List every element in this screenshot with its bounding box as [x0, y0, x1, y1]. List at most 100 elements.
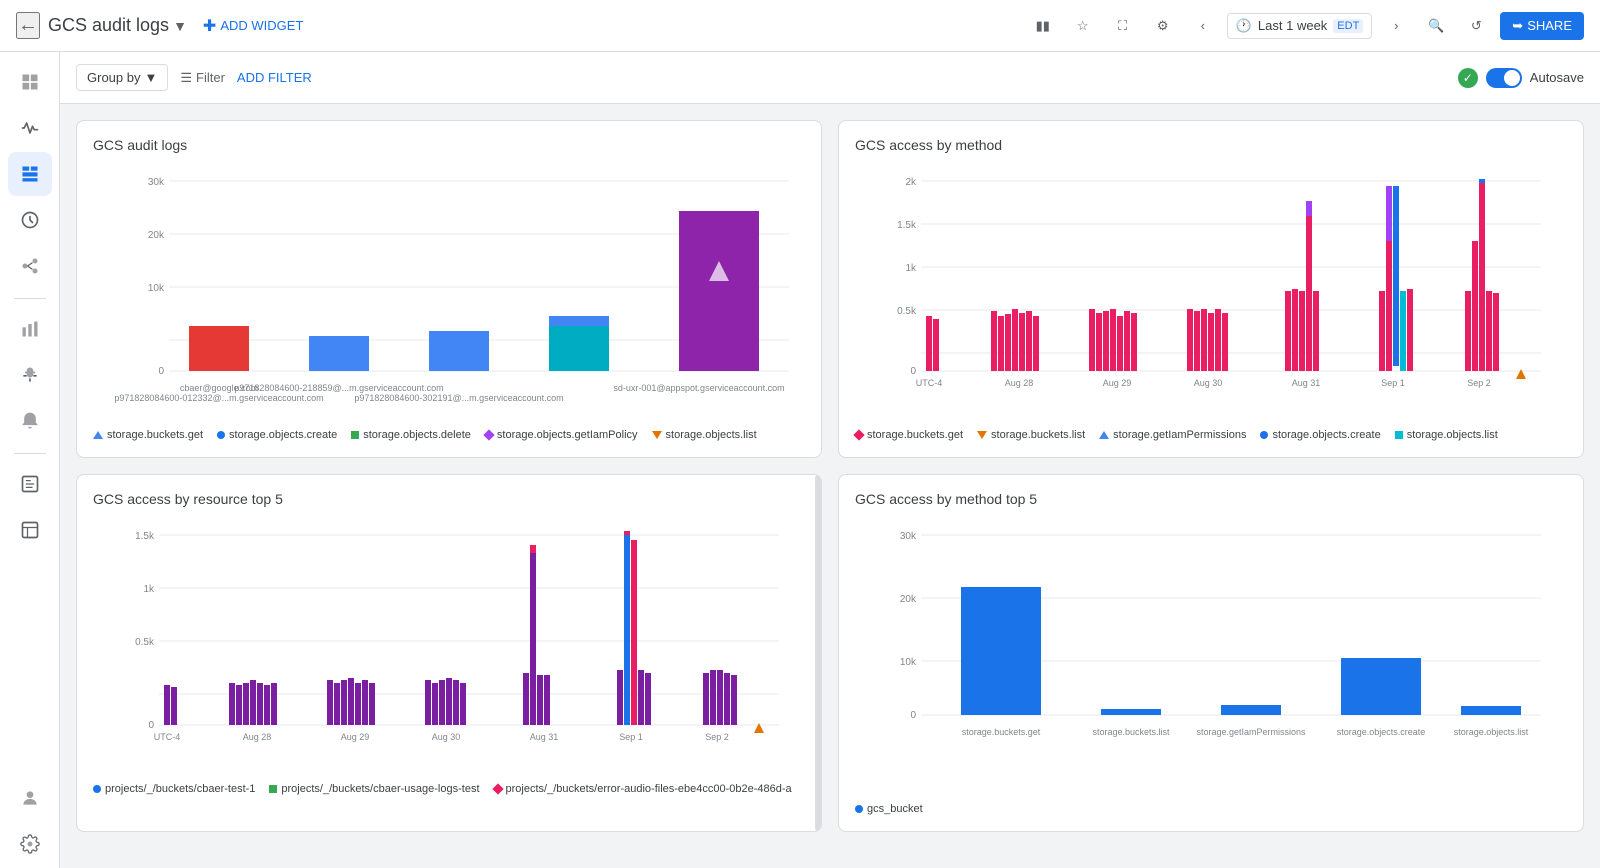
svg-text:storage.buckets.list: storage.buckets.list	[1092, 727, 1170, 737]
next-icon[interactable]: ›	[1380, 10, 1412, 42]
svg-text:Aug 28: Aug 28	[243, 732, 272, 742]
legend-icon	[93, 785, 101, 793]
sidebar-item-logs[interactable]	[8, 198, 52, 242]
sidebar-item-monitoring[interactable]	[8, 106, 52, 150]
svg-text:10k: 10k	[900, 657, 917, 668]
sidebar-item-trace[interactable]	[8, 244, 52, 288]
svg-text:0: 0	[910, 366, 916, 377]
legend-icon	[1395, 431, 1403, 439]
legend-icon	[977, 431, 987, 439]
gcs-audit-logs-title: GCS audit logs	[93, 137, 805, 153]
sidebar-item-dashboards[interactable]	[8, 152, 52, 196]
legend-icon	[1099, 431, 1109, 439]
back-button[interactable]: ←	[16, 12, 40, 39]
page-title: GCS audit logs	[48, 15, 169, 36]
sidebar	[0, 52, 60, 868]
sidebar-divider	[14, 298, 46, 299]
prev-icon[interactable]: ‹	[1187, 10, 1219, 42]
top-navigation: ← GCS audit logs ▼ ✚ ADD WIDGET ▮▮ ☆ ⛶ ⚙…	[0, 0, 1600, 52]
svg-text:UTC-4: UTC-4	[154, 732, 181, 742]
add-filter-button[interactable]: ADD FILTER	[237, 70, 312, 85]
gcs-audit-logs-panel: GCS audit logs 30k 20k 10k 0	[76, 120, 822, 458]
legend-icon	[492, 783, 503, 794]
sidebar-item-slo[interactable]	[8, 462, 52, 506]
legend-gcs-bucket: gcs_bucket	[855, 803, 923, 815]
sidebar-divider-2	[14, 453, 46, 454]
svg-text:0: 0	[158, 366, 164, 377]
main-content: GCS audit logs 30k 20k 10k 0	[60, 104, 1600, 848]
scroll-indicator[interactable]	[815, 475, 821, 831]
time-range-selector[interactable]: 🕐 Last 1 week EDT	[1227, 13, 1373, 39]
filter-icon: ☰	[180, 70, 192, 86]
group-by-arrow: ▼	[144, 70, 157, 85]
gcs-resource-top5-title: GCS access by resource top 5	[93, 491, 805, 507]
search-icon[interactable]: 🔍	[1420, 10, 1452, 42]
legend-item-objects-delete: storage.objects.delete	[351, 429, 471, 441]
sidebar-item-alerts[interactable]	[8, 399, 52, 443]
nav-actions: ▮▮ ☆ ⛶ ⚙ ‹ 🕐 Last 1 week EDT › 🔍 ↺ ➥ SHA…	[1027, 10, 1584, 42]
sidebar-item-metrics[interactable]	[8, 307, 52, 351]
star-icon[interactable]: ☆	[1067, 10, 1099, 42]
svg-text:storage.getIamPermissions: storage.getIamPermissions	[1196, 727, 1306, 737]
svg-text:20k: 20k	[900, 594, 917, 605]
svg-text:Sep 2: Sep 2	[1467, 378, 1491, 388]
fullscreen-icon[interactable]: ⛶	[1107, 10, 1139, 42]
gcs-resource-top5-panel: GCS access by resource top 5 1.5k 1k 0.5…	[76, 474, 822, 832]
svg-text:p971828084600-302191@...m.gser: p971828084600-302191@...m.gserviceaccoun…	[354, 393, 563, 403]
gcs-method-top5-chart: 30k 20k 10k 0 storage.buckets.get storag…	[855, 515, 1567, 795]
svg-text:Aug 30: Aug 30	[1194, 378, 1223, 388]
legend-cbaer-usage: projects/_/buckets/cbaer-usage-logs-test	[269, 783, 479, 795]
svg-text:Aug 29: Aug 29	[1103, 378, 1132, 388]
svg-text:Sep 1: Sep 1	[1381, 378, 1405, 388]
sidebar-item-user[interactable]	[8, 776, 52, 820]
svg-text:Aug 29: Aug 29	[341, 732, 370, 742]
svg-text:UTC-4: UTC-4	[916, 378, 943, 388]
sync-icon[interactable]: ↺	[1460, 10, 1492, 42]
group-by-button[interactable]: Group by ▼	[76, 64, 168, 91]
autosave-area: ✓ Autosave	[1458, 68, 1584, 88]
svg-text:0.5k: 0.5k	[897, 306, 917, 317]
svg-text:20k: 20k	[148, 230, 165, 241]
svg-text:Aug 31: Aug 31	[530, 732, 559, 742]
legend-item-buckets-get: storage.buckets.get	[93, 429, 203, 441]
legend-icon	[351, 431, 359, 439]
clock-icon: 🕐	[1236, 18, 1252, 34]
sidebar-item-dashboard[interactable]	[8, 60, 52, 104]
svg-text:0: 0	[910, 710, 916, 721]
gcs-resource-top5-legend: projects/_/buckets/cbaer-test-1 projects…	[93, 783, 805, 795]
time-range-label: Last 1 week	[1258, 18, 1327, 33]
legend-icon	[853, 429, 864, 440]
plus-icon: ✚	[203, 16, 216, 36]
svg-text:0: 0	[148, 720, 154, 731]
gcs-method-top5-title: GCS access by method top 5	[855, 491, 1567, 507]
svg-text:p971828084600-012332@...m.gser: p971828084600-012332@...m.gserviceaccoun…	[114, 393, 323, 403]
gcs-audit-logs-chart: 30k 20k 10k 0 cbaer@google.com	[93, 161, 805, 421]
svg-text:storage.objects.list: storage.objects.list	[1454, 727, 1529, 737]
legend-buckets-get: storage.buckets.get	[855, 429, 963, 441]
sidebar-item-debug[interactable]	[8, 353, 52, 397]
legend-icon	[217, 431, 225, 439]
gcs-method-top5-legend: gcs_bucket	[855, 803, 1567, 815]
svg-text:2k: 2k	[905, 177, 917, 188]
title-dropdown-arrow[interactable]: ▼	[173, 18, 187, 34]
svg-text:Sep 2: Sep 2	[705, 732, 729, 742]
filter-button[interactable]: ☰ Filter	[180, 70, 225, 86]
svg-text:10k: 10k	[148, 283, 165, 294]
layout-icon[interactable]: ▮▮	[1027, 10, 1059, 42]
autosave-toggle[interactable]	[1486, 68, 1522, 88]
add-widget-button[interactable]: ✚ ADD WIDGET	[203, 16, 303, 36]
legend-objects-create: storage.objects.create	[1260, 429, 1380, 441]
svg-text:sd-uxr-001@appspot.gserviceacc: sd-uxr-001@appspot.gserviceaccount.com	[613, 383, 784, 393]
legend-icon	[93, 431, 103, 439]
sidebar-item-uptime[interactable]	[8, 508, 52, 552]
sidebar-item-settings[interactable]	[8, 822, 52, 866]
autosave-check-icon: ✓	[1458, 68, 1478, 88]
legend-icon	[855, 805, 863, 813]
share-button[interactable]: ➥ SHARE	[1500, 12, 1584, 40]
legend-item-objects-getiam: storage.objects.getIamPolicy	[485, 429, 638, 441]
filter-bar: Group by ▼ ☰ Filter ADD FILTER ✓ Autosav…	[60, 52, 1600, 104]
svg-text:Aug 28: Aug 28	[1005, 378, 1034, 388]
autosave-label: Autosave	[1530, 70, 1584, 85]
settings-icon[interactable]: ⚙	[1147, 10, 1179, 42]
svg-text:0.5k: 0.5k	[135, 637, 155, 648]
